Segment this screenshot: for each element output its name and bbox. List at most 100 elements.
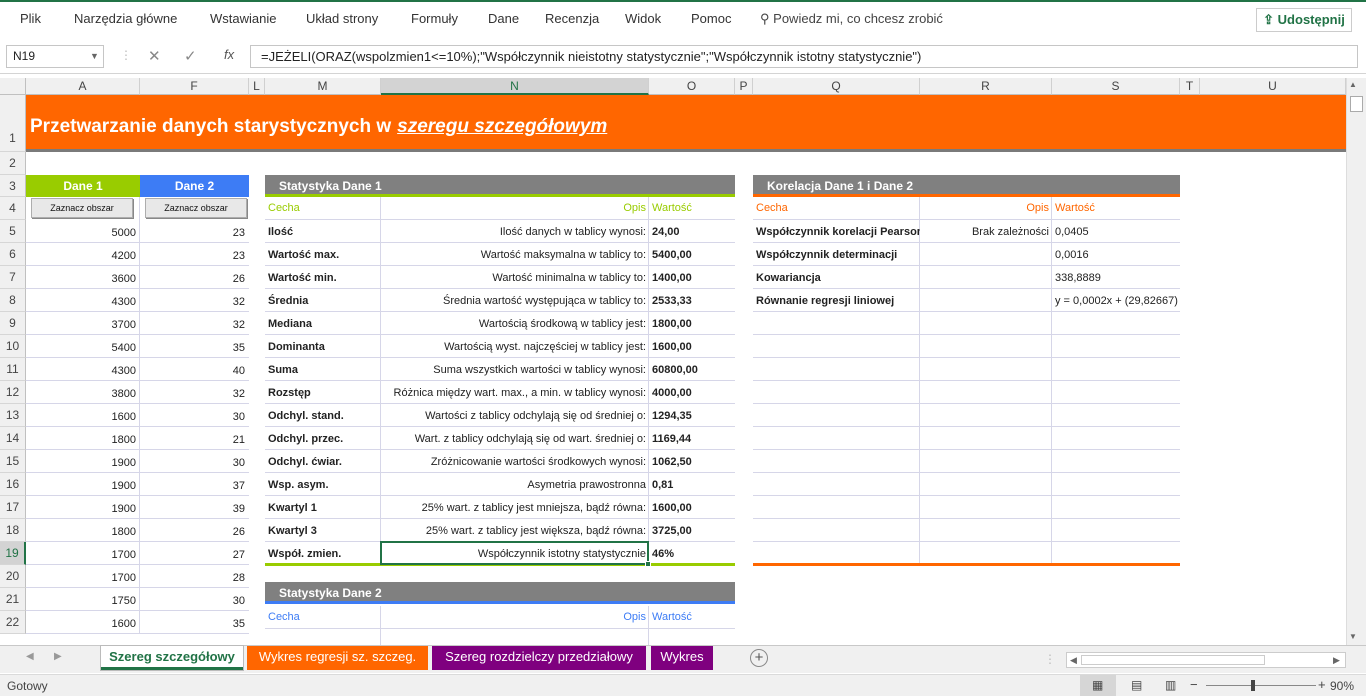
menu-item-6[interactable]: Recenzja (545, 11, 599, 26)
table-cecha[interactable]: Kwartyl 3 (265, 519, 381, 544)
table-wartosc[interactable]: 0,0016 (1052, 243, 1180, 268)
dane-1-value[interactable]: 4200 (26, 243, 140, 266)
zoom-slider[interactable] (1206, 685, 1316, 686)
table-wartosc[interactable]: 1600,00 (649, 496, 735, 521)
zoom-in-icon[interactable]: + (1318, 677, 1326, 692)
dane-2-value[interactable]: 30 (140, 588, 249, 611)
scroll-down-icon[interactable]: ▼ (1349, 632, 1357, 641)
column-header-r[interactable]: R (920, 78, 1052, 95)
table-opis[interactable]: Wartość minimalna w tablicy to: (381, 266, 649, 291)
column-header-p[interactable]: P (735, 78, 753, 95)
column-header-l[interactable]: L (249, 78, 265, 95)
menu-item-3[interactable]: Układ strony (306, 11, 378, 26)
table-opis[interactable]: Brak zależności (920, 220, 1052, 245)
zoom-slider-thumb[interactable] (1251, 680, 1255, 691)
add-sheet-icon[interactable]: + (750, 649, 768, 667)
row-header-2[interactable]: 2 (0, 152, 26, 175)
zaznacz-obszar-button-1[interactable]: Zaznacz obszar (31, 198, 133, 218)
row-header-14[interactable]: 14 (0, 427, 26, 450)
splitter-dots-icon[interactable]: ⋮ (1044, 652, 1056, 666)
dane-2-value[interactable]: 28 (140, 565, 249, 588)
table-cecha[interactable]: Ilość (265, 220, 381, 245)
table-wartosc[interactable]: 4000,00 (649, 381, 735, 406)
row-header-4[interactable]: 4 (0, 197, 26, 220)
table-wartosc[interactable]: 1800,00 (649, 312, 735, 337)
dane-2-value[interactable]: 32 (140, 312, 249, 335)
row-header-21[interactable]: 21 (0, 588, 26, 611)
dane-1-value[interactable]: 1900 (26, 496, 140, 519)
scroll-right-icon[interactable]: ▶ (1333, 653, 1340, 667)
tab-3[interactable]: Wykres (651, 646, 713, 670)
table-cecha[interactable]: Odchyl. stand. (265, 404, 381, 429)
horizontal-scroll-thumb[interactable] (1081, 655, 1265, 665)
table-wartosc[interactable]: 338,8889 (1052, 266, 1180, 291)
row-header-3[interactable]: 3 (0, 175, 26, 197)
dane-2-value[interactable]: 32 (140, 381, 249, 404)
worksheet-grid[interactable]: AFLMNOPQRSTU 1 2 3 4 5 6 7 8 9 10 11 12 13 14 15 16 17 18… (0, 78, 1346, 645)
menu-item-2[interactable]: Wstawianie (210, 11, 276, 26)
column-header-a[interactable]: A (26, 78, 140, 95)
tell-me-search[interactable]: ⚲ Powiedz mi, co chcesz zrobić (760, 11, 943, 27)
table-wartosc[interactable]: y = 0,0002x + (29,82667) (1052, 289, 1180, 314)
table-cecha[interactable]: Wsp. asym. (265, 473, 381, 498)
vertical-scrollbar[interactable]: ▲ ▼ (1346, 78, 1366, 645)
dane-2-value[interactable]: 23 (140, 220, 249, 243)
table-wartosc[interactable]: 2533,33 (649, 289, 735, 314)
table-cecha[interactable]: Kwartyl 1 (265, 496, 381, 521)
table-wartosc[interactable]: 60800,00 (649, 358, 735, 383)
share-button[interactable]: ⇪ Udostępnij (1256, 8, 1352, 32)
table-wartosc[interactable]: 1400,00 (649, 266, 735, 291)
row-header-6[interactable]: 6 (0, 243, 26, 266)
dane-2-value[interactable]: 27 (140, 542, 249, 565)
table-opis[interactable]: Asymetria prawostronna (381, 473, 649, 498)
dane-2-value[interactable]: 35 (140, 335, 249, 358)
row-header-9[interactable]: 9 (0, 312, 26, 335)
table-cecha[interactable]: Współ. zmien. (265, 542, 381, 567)
table-cecha[interactable]: Równanie regresji liniowej (753, 289, 920, 314)
table-cecha[interactable]: Rozstęp (265, 381, 381, 406)
table-wartosc[interactable]: 3725,00 (649, 519, 735, 544)
table-opis[interactable]: Wartość maksymalna w tablicy to: (381, 243, 649, 268)
dane-2-value[interactable]: 39 (140, 496, 249, 519)
table-cecha[interactable]: Wartość max. (265, 243, 381, 268)
row-header-1[interactable]: 1 (0, 95, 26, 152)
table-opis[interactable]: Różnica między wart. max., a min. w tabl… (381, 381, 649, 406)
table-wartosc[interactable]: 1600,00 (649, 335, 735, 360)
table-opis[interactable]: Zróżnicowanie wartości środkowych wynosi… (381, 450, 649, 475)
dane-1-value[interactable]: 3600 (26, 266, 140, 289)
page-layout-icon[interactable]: ▤ (1131, 678, 1142, 692)
row-header-12[interactable]: 12 (0, 381, 26, 404)
tab-scroll-right-icon[interactable]: ▶ (54, 651, 62, 662)
insert-function-button[interactable]: fx (224, 47, 234, 62)
table-wartosc[interactable]: 0,0405 (1052, 220, 1180, 245)
dane-1-value[interactable]: 3800 (26, 381, 140, 404)
dane-1-value[interactable]: 1800 (26, 427, 140, 450)
dane-1-value[interactable]: 4300 (26, 358, 140, 381)
dane-2-value[interactable]: 35 (140, 611, 249, 634)
table-opis[interactable]: Wartości z tablicy odchylają się od śred… (381, 404, 649, 429)
column-header-f[interactable]: F (140, 78, 249, 95)
table-wartosc[interactable]: 46% (649, 542, 735, 567)
table-opis[interactable]: Wartością wyst. najczęściej w tablicy je… (381, 335, 649, 360)
menu-item-7[interactable]: Widok (625, 11, 661, 26)
dane-2-value[interactable]: 30 (140, 450, 249, 473)
dane-1-value[interactable]: 1700 (26, 565, 140, 588)
column-header-o[interactable]: O (649, 78, 735, 95)
horizontal-scrollbar[interactable]: ◀ ▶ (1066, 652, 1346, 668)
table-cecha[interactable]: Współczynnik determinacji (753, 243, 920, 268)
zoom-out-icon[interactable]: − (1190, 677, 1198, 692)
dane-2-value[interactable]: 26 (140, 519, 249, 542)
table-wartosc[interactable]: 5400,00 (649, 243, 735, 268)
dane-1-value[interactable]: 1600 (26, 611, 140, 634)
column-header-u[interactable]: U (1200, 78, 1346, 95)
column-header-q[interactable]: Q (753, 78, 920, 95)
table-cecha[interactable]: Mediana (265, 312, 381, 337)
table-opis[interactable]: Wartością środkową w tablicy jest: (381, 312, 649, 337)
table-cecha[interactable]: Odchyl. ćwiar. (265, 450, 381, 475)
table-cecha[interactable]: Kowariancja (753, 266, 920, 291)
dane-2-value[interactable]: 40 (140, 358, 249, 381)
zaznacz-obszar-button-2[interactable]: Zaznacz obszar (145, 198, 247, 218)
dane-1-value[interactable]: 5400 (26, 335, 140, 358)
row-header-18[interactable]: 18 (0, 519, 26, 542)
dane-1-value[interactable]: 1900 (26, 450, 140, 473)
